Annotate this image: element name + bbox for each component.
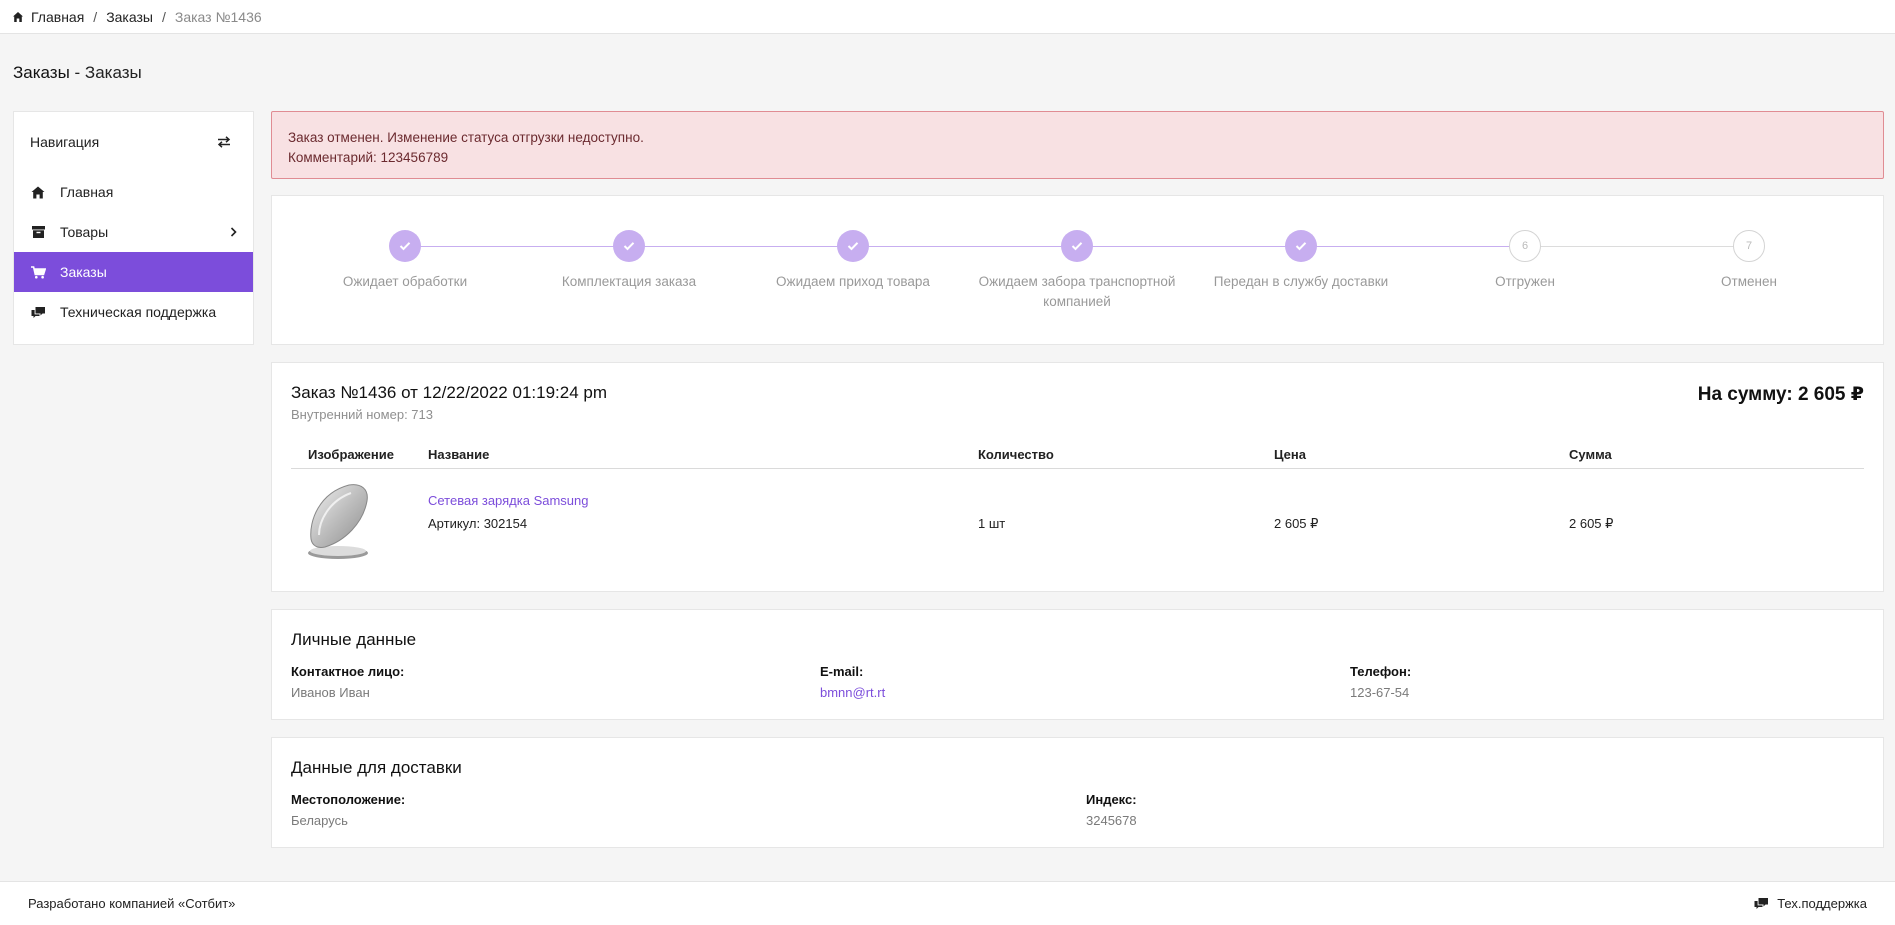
index-value: 3245678 [1086,813,1137,828]
column-header-qty: Количество [978,447,1054,462]
personal-data-title: Личные данные [291,630,417,649]
product-quantity: 1 шт [978,516,1006,531]
status-step: Передан в службу доставки [1189,230,1413,292]
index-label: Индекс: [1086,792,1137,807]
phone-value: 123-67-54 [1350,685,1410,700]
column-header-price: Цена [1274,447,1306,462]
sidebar-item-orders[interactable]: Заказы [14,252,253,292]
delivery-data-title: Данные для доставки [291,758,462,777]
status-step-label: Отменен [1721,274,1777,289]
stepper-line-done [405,246,1525,247]
product-image[interactable] [305,481,371,561]
swap-icon[interactable] [217,136,231,148]
breadcrumb-home-link[interactable]: Главная [31,9,84,25]
location-value: Беларусь [291,813,348,828]
sidebar-item-label: Техническая поддержка [60,304,217,320]
order-title: Заказ №1436 от 12/22/2022 01:19:24 pm [291,383,608,402]
alert-message: Заказ отменен. Изменение статуса отгрузк… [288,130,644,145]
contact-value: Иванов Иван [291,685,370,700]
status-step-number: 7 [1733,230,1765,262]
page-title-separator: - [69,63,85,82]
box-icon [30,224,46,240]
status-step: Ожидает обработки [293,230,517,292]
check-icon [1061,230,1093,262]
support-link-label: Тех.поддержка [1777,896,1867,911]
check-icon [837,230,869,262]
sidebar-item-label: Главная [60,184,114,200]
email-link[interactable]: bmnn@rt.rt [820,685,885,700]
check-icon [1285,230,1317,262]
order-cancelled-alert: Заказ отменен. Изменение статуса отгрузк… [271,111,1884,179]
status-step: 7 Отменен [1637,230,1861,292]
phone-label: Телефон: [1350,664,1412,679]
home-icon [13,11,23,22]
product-price: 2 605 ₽ [1274,516,1319,531]
sidebar-navigation: Навигация Главная Товары Заказы Техничес… [13,111,254,345]
order-details-card: Заказ №1436 от 12/22/2022 01:19:24 pm Вн… [271,362,1884,592]
sidebar-item-support[interactable]: Техническая поддержка [14,292,253,332]
page-title-section: Заказы [13,63,70,82]
table-row: Сетевая зарядка Samsung Артикул: 302154 … [291,481,1864,561]
order-total: На сумму: 2 605 ₽ [1697,384,1864,405]
email-label: E-mail: [820,664,864,679]
alert-comment: Комментарий: 123456789 [288,150,449,165]
chevron-right-icon [230,227,237,237]
check-icon [613,230,645,262]
sidebar-item-label: Заказы [60,264,107,280]
footer-credit: Разработано компанией «Сотбит» [28,896,236,911]
breadcrumb-separator: / [93,8,98,25]
footer: Разработано компанией «Сотбит» Тех.подде… [0,881,1895,925]
personal-data-card: Личные данные Контактное лицо: Иванов Ив… [271,609,1884,720]
breadcrumb: Главная / Заказы / Заказ №1436 [0,0,1895,34]
sidebar-item-label: Товары [60,224,109,240]
status-step-number: 6 [1509,230,1541,262]
chat-icon [1754,898,1769,909]
status-step: Комплектация заказа [517,230,741,292]
location-label: Местоположение: [291,792,406,807]
check-icon [389,230,421,262]
product-sum: 2 605 ₽ [1569,516,1614,531]
delivery-data-card: Данные для доставки Местоположение: Бела… [271,737,1884,848]
status-step-label: Ожидаем забора транспортной компанией [978,274,1176,309]
status-step: Ожидаем забора транспортной компанией [965,230,1189,312]
sidebar-title: Навигация [30,134,100,150]
home-icon [30,184,46,200]
status-step-label: Комплектация заказа [561,274,697,289]
column-header-sum: Сумма [1569,447,1612,462]
page-title-sub: Заказы [84,63,142,82]
cart-icon [30,264,46,280]
breadcrumb-orders-link[interactable]: Заказы [106,9,153,25]
breadcrumb-current: Заказ №1436 [174,8,262,25]
support-link[interactable]: Тех.поддержка [1754,896,1867,911]
column-header-name: Название [428,447,490,462]
stepper-line-pending [1525,246,1749,247]
sidebar-item-home[interactable]: Главная [14,172,253,212]
status-step-label: Отгружен [1495,274,1555,289]
sidebar-item-products[interactable]: Товары [14,212,253,252]
status-step-label: Ожидает обработки [342,274,468,289]
page-title: Заказы - Заказы [13,63,142,83]
chat-icon [30,304,46,320]
sidebar-header: Навигация [14,112,253,172]
contact-label: Контактное лицо: [291,664,405,679]
product-name-link[interactable]: Сетевая зарядка Samsung [428,493,589,508]
status-step-label: Передан в службу доставки [1213,274,1389,289]
table-header: Изображение Название Количество Цена Сум… [291,447,1864,469]
column-header-image: Изображение [308,447,394,462]
order-internal-number: Внутренний номер: 713 [291,407,433,422]
status-step: Ожидаем приход товара [741,230,965,292]
product-sku: Артикул: 302154 [428,516,528,531]
breadcrumb-separator: / [161,8,166,25]
order-status-stepper: Ожидает обработки Комплектация заказа Ож… [271,195,1884,345]
status-step: 6 Отгружен [1413,230,1637,292]
status-step-label: Ожидаем приход товара [776,274,930,289]
